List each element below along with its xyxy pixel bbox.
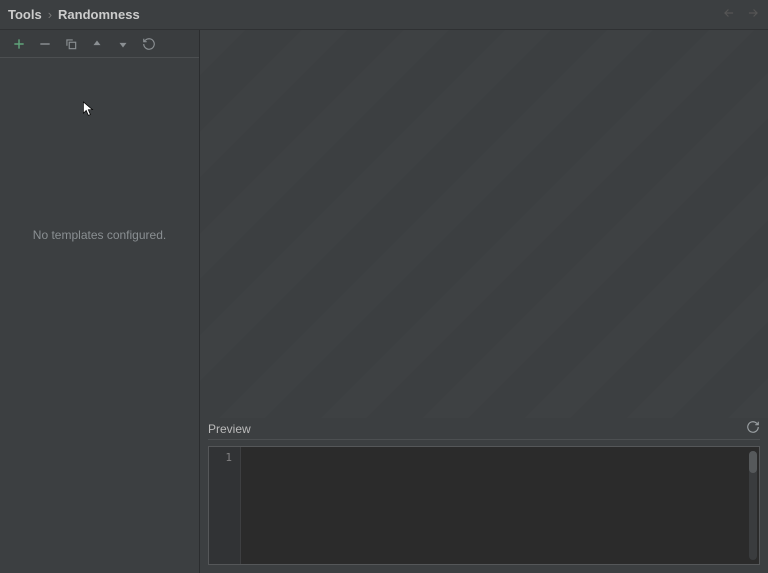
copy-icon[interactable]: [62, 35, 80, 53]
preview-scrollbar[interactable]: [749, 451, 757, 560]
templates-toolbar: [0, 30, 199, 58]
preview-section: Preview 1: [200, 418, 768, 573]
breadcrumb-root[interactable]: Tools: [8, 7, 42, 22]
remove-icon[interactable]: [36, 35, 54, 53]
preview-code-area[interactable]: [241, 447, 759, 564]
nav-back-icon[interactable]: [722, 6, 736, 23]
breadcrumb-current: Randomness: [58, 7, 140, 22]
move-down-icon[interactable]: [114, 35, 132, 53]
preview-title: Preview: [208, 422, 251, 436]
templates-sidebar: No templates configured.: [0, 30, 200, 573]
breadcrumb: Tools › Randomness: [8, 7, 140, 22]
preview-scrollbar-thumb[interactable]: [749, 451, 757, 473]
preview-gutter: 1: [209, 447, 241, 564]
settings-header: Tools › Randomness: [0, 0, 768, 30]
templates-empty-label: No templates configured.: [0, 58, 199, 573]
gutter-line-number: 1: [209, 451, 232, 464]
reset-icon[interactable]: [140, 35, 158, 53]
add-icon[interactable]: [10, 35, 28, 53]
nav-forward-icon[interactable]: [746, 6, 760, 23]
refresh-icon[interactable]: [746, 420, 760, 437]
main-panel: Preview 1: [200, 30, 768, 573]
breadcrumb-separator: ›: [48, 7, 52, 22]
preview-editor[interactable]: 1: [208, 446, 760, 565]
editor-empty-area: [200, 30, 768, 418]
move-up-icon[interactable]: [88, 35, 106, 53]
